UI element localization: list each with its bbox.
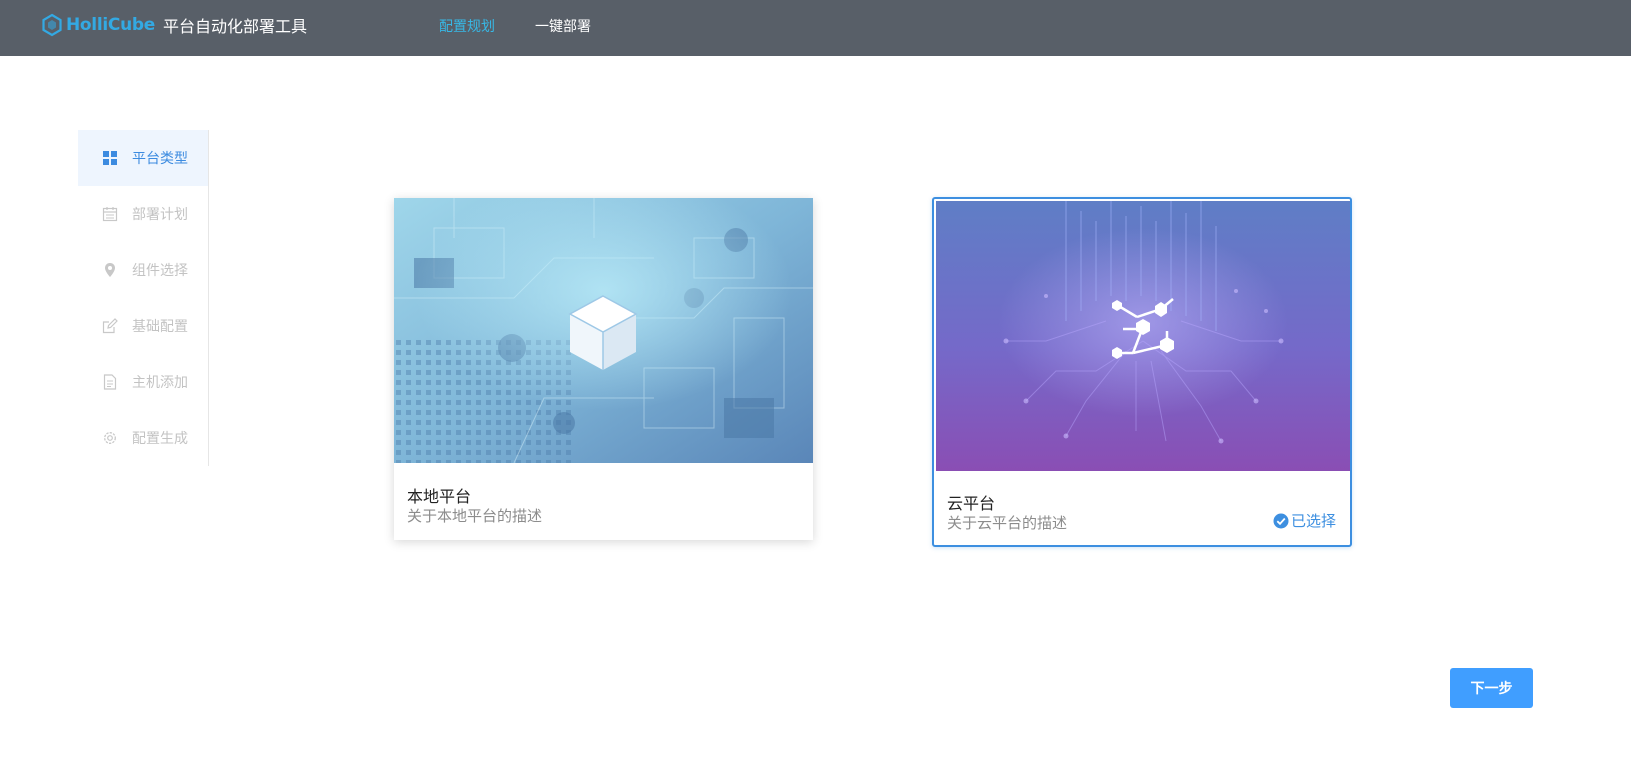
brand-name: HolliCube [66, 15, 155, 35]
circuit-board-cube-image [394, 198, 813, 463]
step-label: 基础配置 [132, 319, 188, 335]
step-config-generate[interactable]: 配置生成 [78, 410, 208, 466]
step-menu: 平台类型 部署计划 组件选择 基础配置 主机添加 配置生成 [78, 130, 209, 466]
document-icon [103, 374, 117, 390]
step-label: 组件选择 [132, 263, 188, 279]
cloud-circuit-network-image [936, 201, 1350, 471]
card-description: 关于本地平台的描述 [407, 507, 543, 525]
card-title: 云平台 [947, 494, 996, 513]
selected-badge: 已选择 [1273, 510, 1336, 531]
step-platform-type[interactable]: 平台类型 [78, 130, 208, 186]
step-label: 配置生成 [132, 431, 188, 447]
step-label: 主机添加 [132, 375, 188, 391]
top-header: HolliCube 平台自动化部署工具 配置规划 一键部署 [0, 0, 1631, 56]
edit-icon [102, 318, 118, 334]
card-description: 关于云平台的描述 [947, 514, 1068, 532]
next-step-button[interactable]: 下一步 [1450, 668, 1533, 708]
step-basic-config[interactable]: 基础配置 [78, 298, 208, 354]
grid-icon [103, 151, 117, 165]
nav-config-planning[interactable]: 配置规划 [439, 16, 495, 36]
step-component-select[interactable]: 组件选择 [78, 242, 208, 298]
cloud-platform-card[interactable]: 云平台 关于云平台的描述 已选择 [932, 197, 1352, 547]
gear-icon [104, 432, 116, 444]
calendar-icon [102, 207, 118, 222]
app-title: 平台自动化部署工具 [162, 17, 307, 36]
selected-label: 已选择 [1290, 512, 1336, 530]
hollicube-logo-icon [42, 13, 62, 37]
check-circle-icon [1273, 513, 1289, 528]
card-title: 本地平台 [407, 487, 472, 506]
step-deploy-plan[interactable]: 部署计划 [78, 186, 208, 242]
local-platform-card[interactable]: 本地平台 关于本地平台的描述 [394, 198, 813, 540]
step-label: 平台类型 [132, 151, 188, 167]
location-pin-icon [105, 263, 115, 277]
nav-one-click-deploy[interactable]: 一键部署 [535, 16, 591, 36]
step-label: 部署计划 [132, 207, 188, 223]
step-host-add[interactable]: 主机添加 [78, 354, 208, 410]
app-logo[interactable]: HolliCube 平台自动化部署工具 [40, 12, 307, 38]
